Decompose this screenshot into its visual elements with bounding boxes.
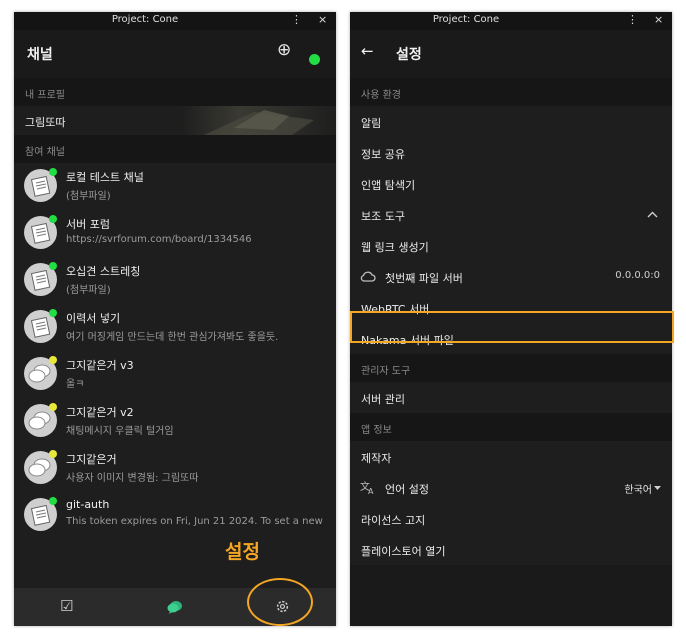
channel-item[interactable]: 그지같은거사용자 이미지 변경됨: 그림또따: [14, 445, 336, 492]
dropdown-arrow-icon[interactable]: [654, 486, 661, 490]
channel-item[interactable]: 그지같은거 v3 올ㅋ: [14, 351, 336, 398]
todo-tab-icon[interactable]: ☑: [60, 597, 73, 615]
server-address-value: 0.0.0.0:0: [615, 270, 660, 281]
channel-item[interactable]: 이력서 넣기여기 머징게임 만드는데 한번 관심가져봐도 좋을듯.: [14, 304, 336, 351]
channel-last-message: This token expires on Fri, Jun 21 2024. …: [66, 516, 323, 527]
presence-dot-icon: [49, 168, 57, 176]
translate-icon: 文 A: [360, 480, 374, 495]
channels-section-header: 참여 채널: [14, 135, 336, 163]
page-title: 채널: [27, 47, 53, 63]
presence-dot-icon: [49, 262, 57, 270]
annotation-label: 설정: [225, 541, 260, 563]
presence-dot-icon: [49, 497, 57, 505]
channel-name: 이력서 넣기: [66, 312, 121, 325]
my-profile-row[interactable]: 그림또따: [14, 106, 336, 135]
channel-last-message: 사용자 이미지 변경됨: 그림또따: [66, 473, 199, 484]
empty-area: [350, 565, 672, 626]
server-admin-row[interactable]: 서버 관리: [350, 382, 672, 413]
row-label: 첫번째 파일 서버: [385, 272, 463, 285]
chat-tab-icon[interactable]: [167, 599, 183, 615]
app-info-section-header: 앱 정보: [350, 413, 672, 441]
channel-item[interactable]: 서버 포럼 https://svrforum.com/board/1334546: [14, 210, 336, 257]
channel-name: 그지같은거: [66, 453, 117, 466]
language-select[interactable]: 한국어: [624, 481, 652, 496]
profile-banner-image: [204, 110, 314, 135]
channel-item[interactable]: 오십견 스트레칭 (첨부파일): [14, 257, 336, 304]
page-title: 설정: [396, 47, 422, 63]
chevron-up-icon[interactable]: [647, 211, 658, 218]
helper-tools-row[interactable]: 보조 도구: [350, 199, 672, 230]
channel-name: git-auth: [66, 498, 110, 511]
playstore-row[interactable]: 플레이스토어 열기: [350, 534, 672, 565]
section-label: 관리자 도구: [361, 366, 411, 377]
channel-name: 서버 포럼: [66, 218, 110, 231]
info-share-row[interactable]: 정보 공유: [350, 137, 672, 168]
admin-section-header: 관리자 도구: [350, 354, 672, 382]
presence-dot-icon: [49, 403, 57, 411]
row-label: 라이선스 고지: [361, 514, 426, 527]
row-label: 제작자: [361, 452, 392, 465]
maker-row[interactable]: 제작자: [350, 441, 672, 472]
presence-dot-icon: [49, 450, 57, 458]
channel-name: 그지같은거 v3: [66, 359, 134, 372]
license-row[interactable]: 라이선스 고지: [350, 503, 672, 534]
channel-window: Project: Cone ⋮ × 채널 ⊕ 내 프로필 그림또따 참여 채널 …: [14, 12, 336, 626]
add-channel-icon[interactable]: ⊕: [277, 40, 291, 60]
title-bar: Project: Cone ⋮ ×: [14, 12, 336, 30]
inapp-explorer-row[interactable]: 인앱 탐색기: [350, 168, 672, 199]
first-file-server-row[interactable]: 첫번째 파일 서버 0.0.0.0:0: [350, 261, 672, 292]
channel-last-message: (첨부파일): [66, 191, 111, 202]
window-title: Project: Cone: [111, 14, 179, 25]
language-row[interactable]: 文 A 언어 설정 한국어: [350, 472, 672, 503]
section-label: 사용 환경: [361, 90, 401, 101]
channel-item[interactable]: 그지같은거 v2 채팅메시지 우클릭 털거임: [14, 398, 336, 445]
section-label: 앱 정보: [361, 425, 392, 436]
back-arrow-icon[interactable]: ←: [361, 42, 374, 60]
window-title: Project: Cone: [432, 14, 500, 25]
row-label: 보조 도구: [361, 210, 405, 223]
row-label: 인앱 탐색기: [361, 179, 416, 192]
channel-name: 그지같은거 v2: [66, 406, 134, 419]
channel-last-message: 올ㅋ: [66, 379, 85, 390]
channel-last-message: 여기 머징게임 만드는데 한번 관심가져봐도 좋을듯.: [66, 332, 279, 343]
annotation-box: [350, 311, 674, 343]
channel-name: 오십견 스트레칭: [66, 265, 141, 278]
window-menu-icon[interactable]: ⋮: [627, 13, 638, 26]
channel-last-message: 채팅메시지 우클릭 털거임: [66, 426, 174, 437]
cloud-icon: [360, 271, 376, 282]
presence-dot-icon: [49, 309, 57, 317]
row-label: 서버 관리: [361, 393, 405, 406]
row-label: 정보 공유: [361, 148, 405, 161]
alarm-row[interactable]: 알림: [350, 106, 672, 137]
channel-last-message: https://svrforum.com/board/1334546: [66, 234, 252, 245]
channel-last-message: (첨부파일): [66, 285, 111, 296]
presence-dot-icon: [49, 215, 57, 223]
presence-dot-icon: [49, 356, 57, 364]
web-link-generator-row[interactable]: 웹 링크 생성기: [350, 230, 672, 261]
window-menu-icon[interactable]: ⋮: [291, 13, 302, 26]
row-label: 알림: [361, 117, 382, 130]
svg-text:A: A: [368, 487, 374, 495]
profile-name: 그림또따: [25, 116, 66, 129]
channel-item[interactable]: git-auth This token expires on Fri, Jun 2…: [14, 492, 336, 539]
channel-name: 로컬 테스트 채널: [66, 171, 144, 184]
env-section-header: 사용 환경: [350, 78, 672, 106]
channel-header: 채널 ⊕: [14, 30, 336, 78]
annotation-circle: [247, 578, 313, 626]
title-bar: Project: Cone ⋮ ×: [350, 12, 672, 30]
online-status-icon: [309, 54, 320, 65]
window-close-icon[interactable]: ×: [318, 13, 327, 26]
window-close-icon[interactable]: ×: [654, 13, 663, 26]
row-label: 언어 설정: [385, 483, 429, 496]
row-label: 플레이스토어 열기: [361, 545, 446, 558]
channel-item[interactable]: 로컬 테스트 채널 (첨부파일): [14, 163, 336, 210]
section-label: 내 프로필: [25, 90, 65, 101]
section-label: 참여 채널: [25, 147, 65, 158]
row-label: 웹 링크 생성기: [361, 241, 429, 254]
settings-header: ← 설정: [350, 30, 672, 78]
profile-section-header: 내 프로필: [14, 78, 336, 106]
